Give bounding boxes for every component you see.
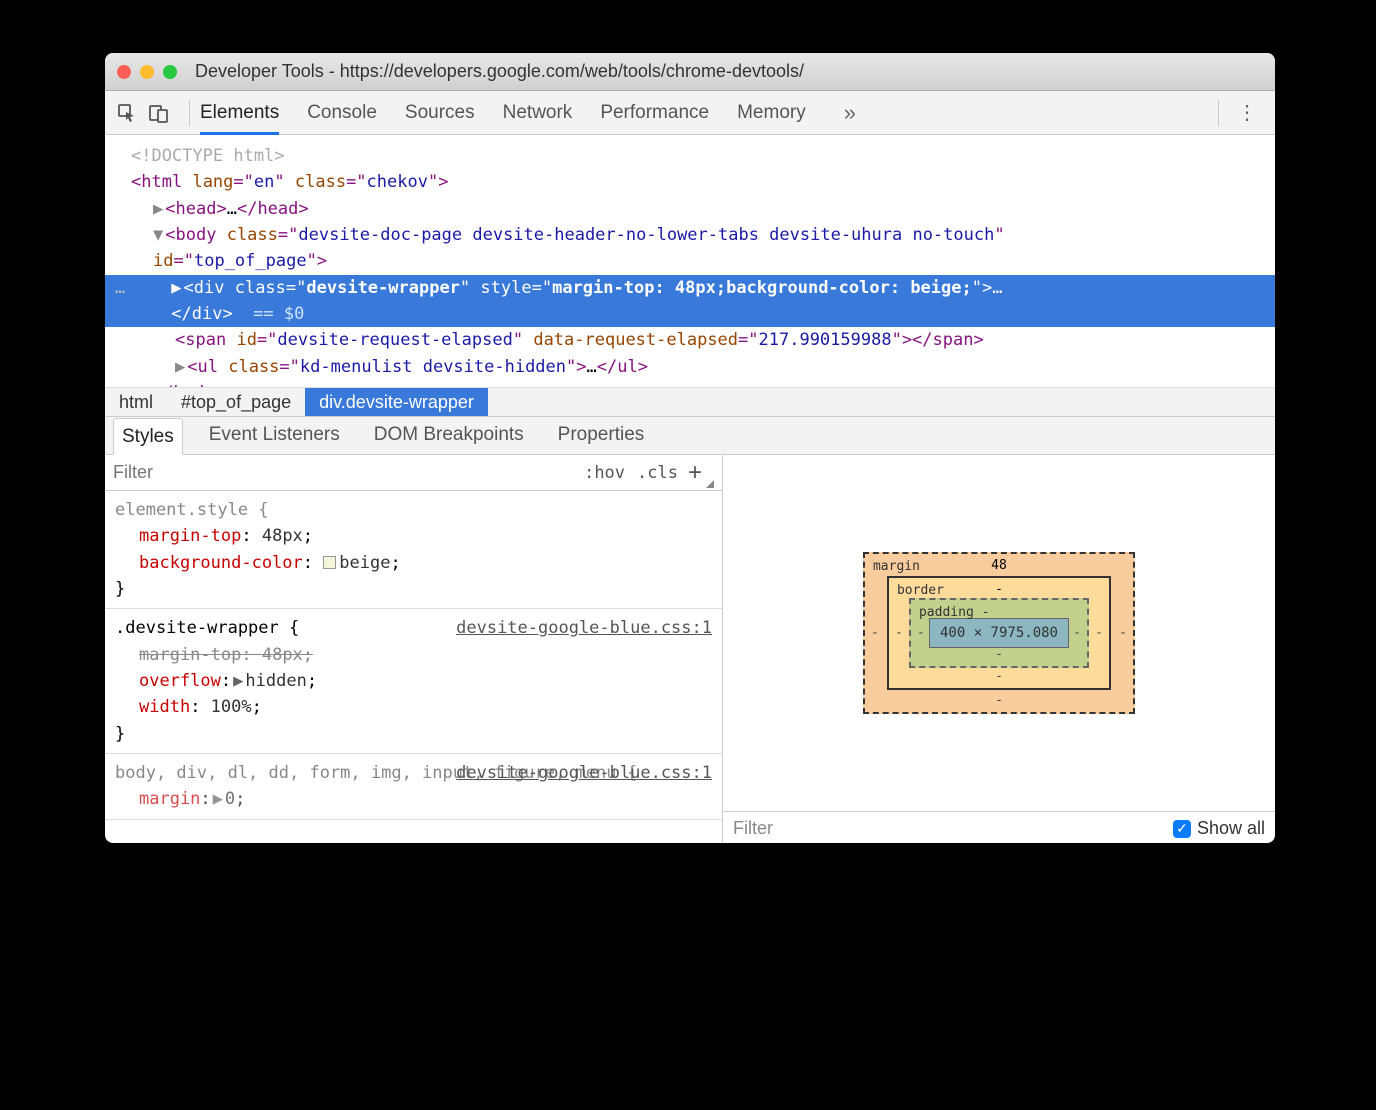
new-rule-button[interactable]: + — [688, 459, 702, 487]
rule-element-style[interactable]: element.style { margin-top: 48px; backgr… — [105, 491, 722, 609]
breadcrumb-bar: html #top_of_page div.devsite-wrapper — [105, 387, 1275, 417]
body-element-line2: id="top_of_page"> — [105, 248, 1275, 274]
sidebar-tabs: Styles Event Listeners DOM Breakpoints P… — [105, 417, 1275, 455]
computed-filter-label[interactable]: Filter — [733, 818, 1173, 839]
style-rules: element.style { margin-top: 48px; backgr… — [105, 491, 722, 820]
panel-tabs: Elements Console Sources Network Perform… — [200, 91, 1208, 134]
tab-console[interactable]: Console — [307, 91, 377, 134]
tab-elements[interactable]: Elements — [200, 91, 279, 134]
minimize-button[interactable] — [140, 65, 154, 79]
body-close: </body> — [105, 380, 1275, 387]
lower-pane: :hov .cls + element.style { margin-top: … — [105, 455, 1275, 843]
subtab-properties[interactable]: Properties — [550, 417, 653, 454]
body-element[interactable]: ▼<body class="devsite-doc-page devsite-h… — [105, 222, 1275, 248]
styles-filter-input[interactable] — [113, 462, 572, 483]
hov-button[interactable]: :hov — [584, 463, 625, 483]
source-link[interactable]: devsite-google-blue.css:1 — [456, 760, 712, 786]
cls-button[interactable]: .cls — [637, 463, 678, 483]
crumb-div[interactable]: div.devsite-wrapper — [305, 388, 488, 416]
source-link[interactable]: devsite-google-blue.css:1 — [456, 615, 712, 641]
computed-pane: margin 48 - - - border - - - - padding — [723, 455, 1275, 843]
subtab-breakpoints[interactable]: DOM Breakpoints — [366, 417, 532, 454]
rule-body-etc[interactable]: devsite-google-blue.css:1 body, div, dl,… — [105, 754, 722, 820]
window-title: Developer Tools - https://developers.goo… — [195, 61, 804, 82]
box-model[interactable]: margin 48 - - - border - - - - padding — [723, 455, 1275, 811]
inspect-icon[interactable] — [115, 101, 139, 125]
styles-filter-bar: :hov .cls + — [105, 455, 722, 491]
dom-tree[interactable]: <!DOCTYPE html> <html lang="en" class="c… — [105, 135, 1275, 387]
ul-element[interactable]: ▶<ul class="kd-menulist devsite-hidden">… — [105, 354, 1275, 380]
devtools-window: Developer Tools - https://developers.goo… — [105, 53, 1275, 843]
crumb-body[interactable]: #top_of_page — [167, 388, 305, 416]
doctype-line: <!DOCTYPE html> — [131, 146, 285, 166]
content-dimensions: 400 × 7975.080 — [929, 618, 1069, 648]
crumb-html[interactable]: html — [105, 388, 167, 416]
tab-memory[interactable]: Memory — [737, 91, 806, 134]
separator — [189, 100, 190, 126]
separator — [1218, 100, 1219, 126]
color-swatch-icon[interactable] — [323, 556, 336, 569]
window-controls — [117, 65, 177, 79]
device-icon[interactable] — [147, 101, 171, 125]
subtab-styles[interactable]: Styles — [113, 418, 183, 455]
maximize-button[interactable] — [163, 65, 177, 79]
subtab-listeners[interactable]: Event Listeners — [201, 417, 348, 454]
resize-corner-icon[interactable] — [706, 480, 714, 488]
tab-network[interactable]: Network — [503, 91, 573, 134]
menu-icon[interactable]: ⋮ — [1229, 100, 1265, 125]
tab-sources[interactable]: Sources — [405, 91, 475, 134]
span-element[interactable]: <span id="devsite-request-elapsed" data-… — [105, 327, 1275, 353]
rule-devsite-wrapper[interactable]: devsite-google-blue.css:1 .devsite-wrapp… — [105, 609, 722, 754]
border-label: border — [897, 583, 944, 598]
tab-performance[interactable]: Performance — [600, 91, 709, 134]
padding-label: padding - — [919, 605, 989, 620]
more-tabs-icon[interactable]: » — [834, 100, 866, 126]
html-element[interactable]: <html lang="en" class="chekov"> — [105, 169, 1275, 195]
close-button[interactable] — [117, 65, 131, 79]
styles-pane: :hov .cls + element.style { margin-top: … — [105, 455, 723, 843]
showall-checkbox[interactable]: ✓ — [1173, 820, 1191, 838]
head-element[interactable]: ▶<head>…</head> — [105, 196, 1275, 222]
window-titlebar: Developer Tools - https://developers.goo… — [105, 53, 1275, 91]
showall-label: Show all — [1197, 818, 1265, 839]
margin-label: margin — [873, 559, 920, 574]
computed-filter-bar: Filter ✓ Show all — [723, 811, 1275, 843]
selected-div-element[interactable]: … ▶<div class="devsite-wrapper" style="m… — [105, 275, 1275, 328]
main-toolbar: Elements Console Sources Network Perform… — [105, 91, 1275, 135]
